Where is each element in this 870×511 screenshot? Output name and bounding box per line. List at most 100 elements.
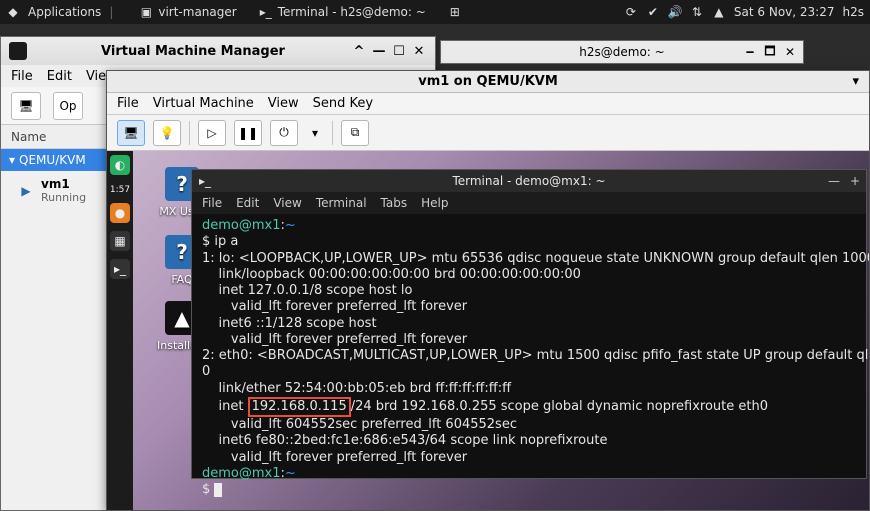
console-view-button[interactable]: 🖥 [117,120,145,146]
terminal-cursor [214,483,222,497]
bulb-icon: 💡 [160,126,175,140]
guest-clock[interactable]: 1:57 [110,185,130,195]
roll-up-icon[interactable]: ^ [351,43,367,59]
minimize-icon[interactable]: — [828,174,840,188]
task-label: Terminal - h2s@demo: ~ [278,5,426,19]
prompt-host: demo@mx1 [202,466,281,481]
menu-view[interactable]: View [273,196,301,210]
maximize-icon[interactable]: ☐ [391,43,407,59]
close-icon[interactable]: ✕ [411,43,427,59]
vmm-app-icon [9,42,27,60]
menu-help[interactable]: Help [421,196,448,210]
close-icon[interactable]: ✕ [783,45,797,59]
panel-date[interactable]: Sat 6 Nov, 23:27 [734,5,835,19]
task-virt-manager[interactable]: ▣ virt-manager [131,4,244,20]
apps-menu-icon[interactable]: ◆ [6,5,20,19]
maximize-icon[interactable]: 🗖 [763,45,777,59]
menu-send-key[interactable]: Send Key [313,96,373,111]
desktop-panel: ◆ Applications | ▣ virt-manager ▸_ Termi… [0,0,870,24]
guest-terminal-menubar: File Edit View Terminal Tabs Help [192,192,866,214]
terminal-icon: ▸_ [259,5,273,19]
guest-start-icon[interactable]: ◐ [110,155,130,175]
task-pager[interactable]: ⊞ [440,4,470,20]
expand-icon: ▾ [9,153,15,167]
output-line: valid_lft forever preferred_lft forever [202,299,467,314]
monitor-icon: 🖥 [18,99,33,113]
console-titlebar[interactable]: vm1 on QEMU/KVM ▾ [107,71,869,93]
output-line: inet 127.0.0.1/8 scope host lo [202,283,412,298]
host-terminal-title: h2s@demo: ~ [579,45,664,59]
output-line: valid_lft forever preferred_lft forever [202,332,467,347]
output-line: inet 192.168.0.115/24 brd 192.168.0.255 … [202,399,768,414]
menu-virtual-machine[interactable]: Virtual Machine [153,96,254,111]
open-icon: Op [59,99,76,113]
vm-console-window: vm1 on QEMU/KVM ▾ File Virtual Machine V… [106,70,870,511]
vmm-titlebar[interactable]: Virtual Machine Manager ^ — ☐ ✕ [1,37,435,65]
run-button[interactable]: ▷ [198,120,226,146]
output-line: 1: lo: <LOOPBACK,UP,LOWER_UP> mtu 65536 … [202,251,869,266]
guest-terminal-titlebar[interactable]: ▸_ Terminal - demo@mx1: ~ — + [192,170,866,192]
minimize-icon[interactable]: 🗕 [743,45,757,59]
shutdown-menu-button[interactable]: ▾ [306,120,324,146]
host-terminal-titlebar[interactable]: h2s@demo: ~ 🗕 🗖 ✕ [440,40,804,64]
menu-terminal[interactable]: Terminal [316,196,367,210]
guest-browser-icon[interactable]: ● [110,203,130,223]
notifications-icon[interactable]: ▲ [712,5,726,19]
output-line: 0 [202,364,210,379]
terminal-command: ip a [214,234,238,249]
desktop-icon-label: FAQ [171,273,192,286]
output-line: valid_lft forever preferred_lft forever [202,450,467,465]
guest-files-icon[interactable]: ▦ [110,231,130,251]
monitor-icon: 🖥 [123,126,138,140]
output-line: link/loopback 00:00:00:00:00:00 brd 00:0… [202,267,581,282]
prompt-host: demo@mx1 [202,218,281,233]
prompt-path: ~ [285,218,296,233]
vm-running-icon: ▶ [19,184,33,198]
check-icon[interactable]: ✔ [646,5,660,19]
terminal-output[interactable]: demo@mx1:~ $ ip a 1: lo: <LOOPBACK,UP,LO… [192,214,866,502]
menu-edit[interactable]: Edit [236,196,259,210]
workspace-icon: ⊞ [448,5,462,19]
output-line: inet6 fe80::2bed:fc1e:686:e543/64 scope … [202,433,607,448]
pause-icon: ❚❚ [238,126,258,140]
new-vm-button[interactable]: 🖥 [11,92,41,120]
updates-icon[interactable]: ⟳ [624,5,638,19]
snapshot-icon: ⧉ [351,125,360,140]
volume-icon[interactable]: 🔊 [668,5,682,19]
guest-terminal-icon[interactable]: ▸_ [110,259,130,279]
pause-button[interactable]: ❚❚ [234,120,262,146]
details-view-button[interactable]: 💡 [153,120,181,146]
virt-manager-icon: ▣ [139,5,153,19]
vm-state: Running [41,191,86,204]
menu-file[interactable]: File [11,69,33,84]
open-vm-button[interactable]: Op [53,92,83,120]
menu-tabs[interactable]: Tabs [381,196,408,210]
vm-name: vm1 [41,177,70,191]
output-line: inet6 ::1/128 scope host [202,316,377,331]
menu-file[interactable]: File [117,96,139,111]
apps-menu-label[interactable]: Applications [28,5,101,19]
panel-user[interactable]: h2s [843,5,865,19]
terminal-icon: ▸_ [198,174,212,188]
guest-desktop[interactable]: ◐ 1:57 ● ▦ ▸_ ? MX Us… ? FAQ ▲ Installe…… [107,151,869,510]
console-toolbar: 🖥 💡 ▷ ❚❚ ⏻ ▾ ⧉ [107,115,869,151]
menu-edit[interactable]: Edit [47,69,72,84]
minimize-icon[interactable]: — [371,43,387,59]
window-title: Virtual Machine Manager [35,44,351,59]
chevron-down-icon[interactable]: ▾ [852,74,859,89]
shutdown-button[interactable]: ⏻ [270,120,298,146]
console-title: vm1 on QEMU/KVM [418,74,558,89]
maximize-icon[interactable]: + [850,174,860,188]
task-terminal[interactable]: ▸_ Terminal - h2s@demo: ~ [251,4,434,20]
toolbar-divider [332,121,333,145]
guest-taskbar: ◐ 1:57 ● ▦ ▸_ [107,151,133,510]
menu-view[interactable]: View [268,96,299,111]
highlighted-ip: 192.168.0.115 [248,397,351,417]
network-icon[interactable]: ⇅ [690,5,704,19]
menu-file[interactable]: File [202,196,222,210]
console-menubar: File Virtual Machine View Send Key [107,93,869,115]
output-line: 2: eth0: <BROADCAST,MULTICAST,UP,LOWER_U… [202,348,869,363]
power-icon: ⏻ [279,125,289,140]
snapshots-button[interactable]: ⧉ [341,120,369,146]
toolbar-divider [189,121,190,145]
